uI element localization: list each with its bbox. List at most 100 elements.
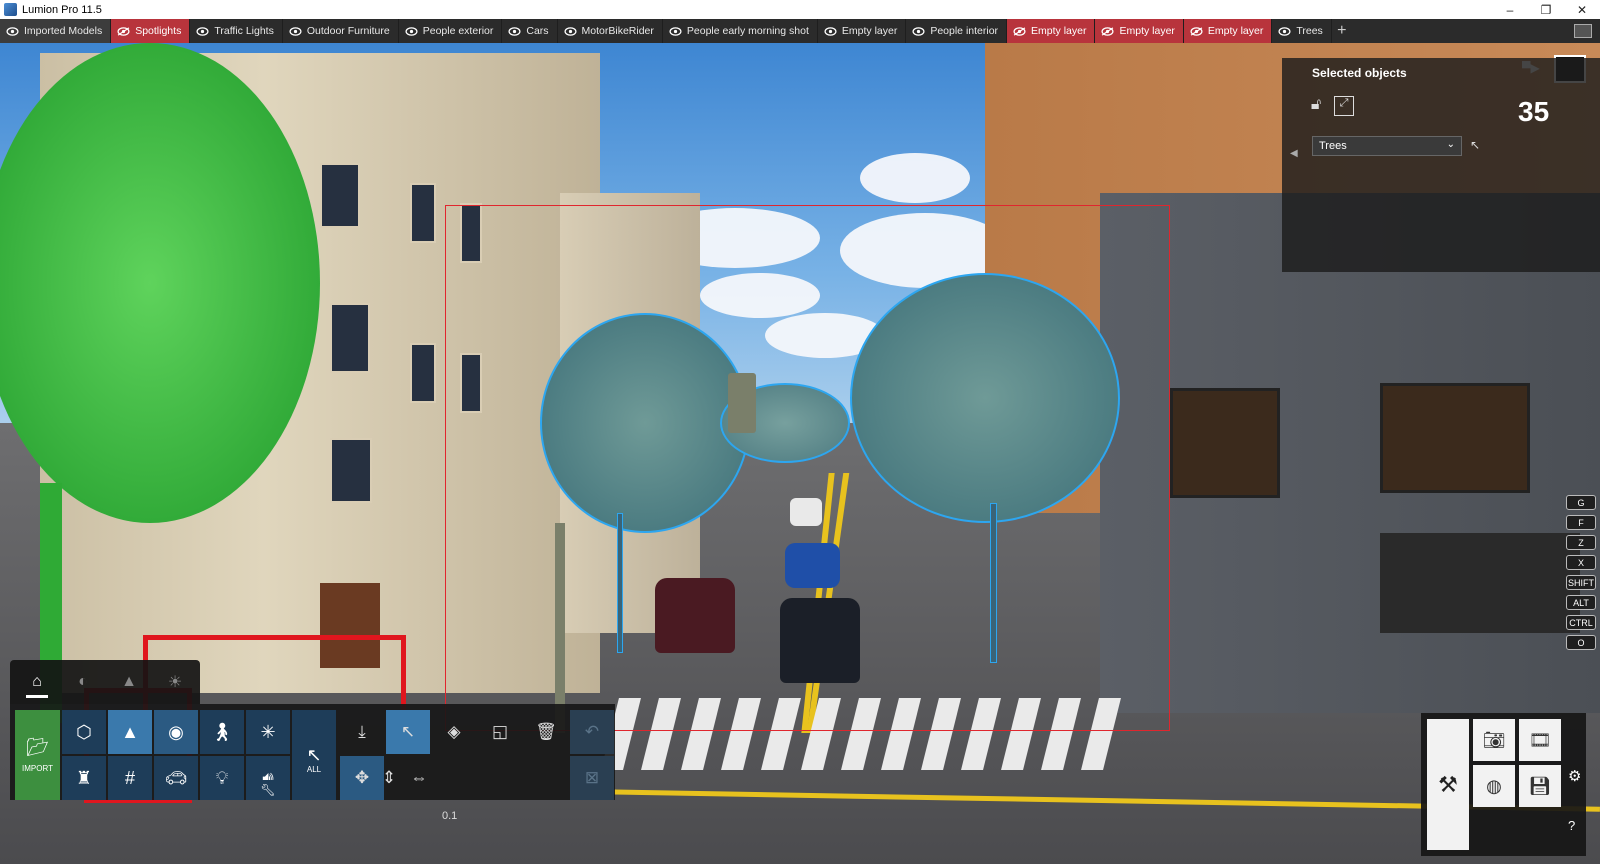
shortcut-key: CTRL [1566, 615, 1596, 630]
pick-cursor-icon[interactable]: ↖ [1470, 138, 1480, 152]
nature-library-button[interactable]: ◉ [154, 710, 198, 754]
select-tool-icon[interactable]: ↖ [386, 710, 430, 754]
move-object-icon[interactable]: ◈ [432, 710, 476, 754]
layer-tab[interactable]: Trees [1272, 19, 1332, 43]
resize-icon[interactable]: ⤢ [1334, 96, 1354, 116]
eye-icon[interactable] [508, 26, 521, 36]
lights-icon[interactable]: 💡︎ [200, 756, 244, 800]
selected-objects-heading: Selected objects [1312, 66, 1407, 80]
save-button[interactable]: 💾︎ [1519, 765, 1561, 807]
eye-icon[interactable] [196, 26, 209, 36]
window [320, 163, 360, 228]
layer-tab[interactable]: Empty layer [1183, 19, 1273, 43]
select-all-button[interactable]: ↖ ALL [292, 710, 336, 800]
shortcut-key: O [1566, 635, 1596, 650]
window-title: Lumion Pro 11.5 [22, 3, 102, 16]
lumion-app-icon [4, 3, 17, 16]
transport-icon[interactable]: 🚗︎ [154, 756, 198, 800]
layer-label: Empty layer [1031, 25, 1087, 37]
layer-tab[interactable]: Empty layer [1007, 19, 1096, 43]
minimize-button[interactable]: – [1492, 0, 1528, 19]
eye-icon[interactable] [564, 26, 577, 36]
movie-mode-button[interactable]: 🎞︎ [1519, 719, 1561, 761]
layer-tab[interactable]: People exterior [399, 19, 503, 43]
lock-icon[interactable]: 🔓︎ [1306, 96, 1326, 116]
outdoor-icon[interactable]: # [108, 756, 152, 800]
3d-model-icon[interactable]: ⬡ [62, 710, 106, 754]
shortcut-key-list: G F Z X SHIFT ALT CTRL O [1566, 495, 1596, 655]
360-panorama-button[interactable]: ◍ [1473, 765, 1515, 807]
transform-value-field[interactable]: 0.1 [442, 810, 482, 826]
shortcut-key: Z [1566, 535, 1596, 550]
horizontal-icon[interactable]: ⇔ [402, 756, 436, 800]
shortcut-key: G [1566, 495, 1596, 510]
layer-label: Outdoor Furniture [306, 25, 390, 37]
effects-icon[interactable]: ✳ [246, 710, 290, 754]
restore-button[interactable]: ❐ [1528, 0, 1564, 19]
wrench-icon[interactable]: 🔧︎ [246, 780, 290, 800]
place-object-icon[interactable]: ⤓ [340, 710, 384, 754]
gear-icon[interactable]: ⚙ [1568, 767, 1581, 785]
build-mode-icon: ⚒ [1438, 771, 1458, 797]
landscape-icon[interactable]: ▲ [114, 670, 144, 694]
selected-count: 35 [1518, 96, 1550, 127]
delete-icon[interactable]: 🗑︎ [524, 710, 568, 754]
weather-icon[interactable]: ◐ [68, 670, 98, 694]
arrow-icon: ↖ [306, 744, 322, 765]
eye-icon[interactable] [1278, 26, 1291, 36]
layer-tab[interactable]: Traffic Lights [190, 19, 283, 43]
layer-label: People early morning shot [686, 25, 809, 37]
eye-icon[interactable] [405, 26, 418, 36]
layer-tab[interactable]: Empty layer [1095, 19, 1184, 43]
eye-icon[interactable] [289, 26, 302, 36]
layer-label: Empty layer [1207, 25, 1264, 37]
layer-label: Spotlights [135, 25, 182, 37]
selection-bounding-box [445, 205, 1170, 731]
layer-tab[interactable]: Empty layer [818, 19, 907, 43]
light-icon[interactable]: ☀ [160, 670, 190, 694]
people-icon[interactable]: 🚶︎ [200, 710, 244, 754]
eye-hidden-icon[interactable] [117, 26, 130, 36]
shortcut-key: X [1566, 555, 1596, 570]
layer-label: MotorBikeRider [581, 25, 654, 37]
layer-tab[interactable]: People interior [906, 19, 1008, 43]
layer-tab[interactable]: Imported Models [0, 19, 112, 43]
add-layer-button[interactable]: + [1332, 19, 1352, 43]
deselect-icon[interactable]: ⊠ [570, 756, 614, 800]
eye-icon[interactable] [669, 26, 682, 36]
chevron-down-icon: ⌄ [1446, 139, 1455, 150]
layer-tab[interactable]: Spotlights [111, 19, 191, 43]
eye-hidden-icon[interactable] [1101, 26, 1115, 36]
collapse-arrow-icon[interactable]: ◀ [1290, 148, 1298, 159]
layer-tab[interactable]: Outdoor Furniture [283, 19, 399, 43]
eye-icon[interactable] [912, 26, 925, 36]
import-button[interactable]: 📂︎ IMPORT [15, 710, 60, 800]
category-dropdown[interactable]: Trees ⌄ [1312, 136, 1462, 156]
layer-tab[interactable]: People early morning shot [663, 19, 818, 43]
height-icon[interactable]: ⇕ [376, 756, 402, 800]
import-label: IMPORT [22, 764, 53, 773]
help-icon[interactable]: ? [1568, 818, 1575, 833]
layer-label: Trees [1296, 25, 1323, 37]
eye-icon[interactable] [6, 26, 19, 36]
scale-icon[interactable]: ◱ [478, 710, 522, 754]
camera-icon: 📷︎ [1482, 729, 1506, 750]
layer-label: Traffic Lights [214, 25, 274, 37]
layer-bar: Imported Models Spotlights Traffic Lights O… [0, 19, 1600, 43]
undo-icon[interactable]: ↶ [570, 710, 614, 754]
build-mode-button[interactable]: ⚒ [1427, 719, 1469, 850]
home-icon[interactable]: ⌂ [22, 670, 52, 698]
layer-label: Imported Models [24, 25, 103, 37]
indoor-icon[interactable]: ♜ [62, 756, 106, 800]
eye-hidden-icon[interactable] [1190, 26, 1203, 36]
nature-button[interactable]: ▲ [108, 710, 152, 754]
layer-tab[interactable]: Cars [502, 19, 558, 43]
eye-icon[interactable] [824, 26, 837, 36]
layer-tab[interactable]: MotorBikeRider [558, 19, 663, 43]
lumion-window: Lumion Pro 11.5 – ❐ ✕ Imported Models Spo… [0, 0, 1600, 864]
photo-mode-button[interactable]: 📷︎ [1473, 719, 1515, 761]
eye-hidden-icon[interactable] [1013, 26, 1026, 36]
window [330, 438, 372, 503]
layer-panel-toggle[interactable] [1574, 24, 1592, 38]
close-button[interactable]: ✕ [1564, 0, 1600, 19]
